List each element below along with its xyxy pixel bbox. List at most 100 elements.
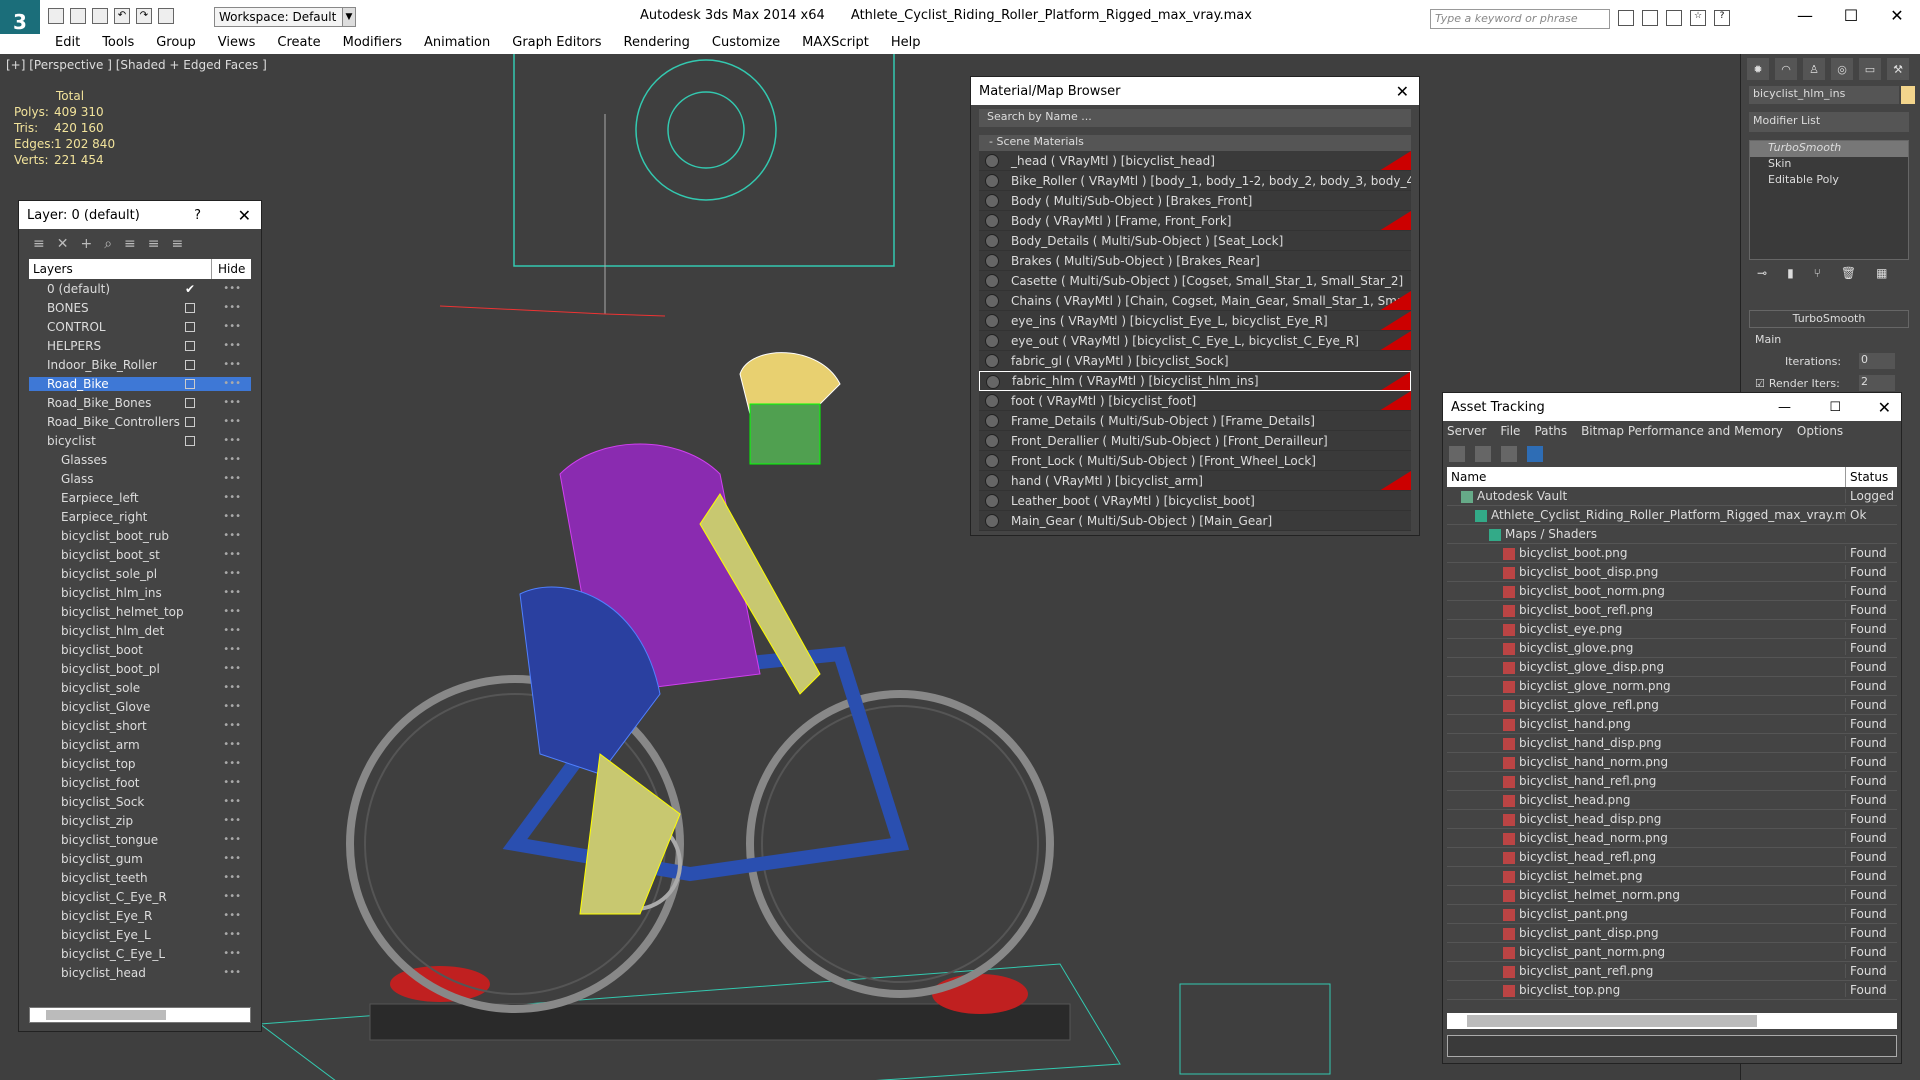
turbosmooth-rollout[interactable]: TurboSmooth (1749, 310, 1909, 328)
layer-row[interactable]: bicyclist_teeth ••• (29, 868, 251, 887)
render-iters-spinner[interactable]: 2 (1859, 375, 1895, 391)
hide-toggle-icon[interactable]: ••• (223, 321, 241, 332)
asset-row[interactable]: Maps / Shaders (1447, 525, 1897, 544)
menu-customize[interactable]: Customize (712, 34, 780, 54)
hide-toggle-icon[interactable]: ••• (223, 758, 241, 769)
layer-row[interactable]: Glasses ••• (29, 450, 251, 469)
hide-toggle-icon[interactable]: ••• (223, 910, 241, 921)
layer-row[interactable]: 0 (default) ✔ ••• (29, 279, 251, 298)
menu-animation[interactable]: Animation (424, 34, 490, 54)
hide-toggle-icon[interactable]: ••• (223, 397, 241, 408)
menu-group[interactable]: Group (156, 34, 196, 54)
current-layer-box[interactable] (185, 378, 195, 389)
layer-row[interactable]: bicyclist_hlm_det ••• (29, 621, 251, 640)
asset-menu-file[interactable]: File (1500, 421, 1520, 441)
asset-row[interactable]: bicyclist_pant_disp.png Found (1447, 924, 1897, 943)
hide-toggle-icon[interactable]: ••• (223, 454, 241, 465)
current-layer-box[interactable] (185, 321, 195, 332)
hide-toggle-icon[interactable]: ••• (223, 435, 241, 446)
current-layer-box[interactable] (185, 359, 195, 370)
stack-item-editable-poly[interactable]: Editable Poly (1750, 173, 1908, 189)
make-unique-icon[interactable]: ⑂ (1814, 266, 1821, 286)
help-icon[interactable]: ? (1714, 10, 1730, 26)
asset-row[interactable]: bicyclist_boot_refl.png Found (1447, 601, 1897, 620)
asset-row[interactable]: bicyclist_hand_disp.png Found (1447, 734, 1897, 753)
material-row[interactable]: Bike_Roller ( VRayMtl ) [body_1, body_1-… (979, 171, 1411, 191)
hide-toggle-icon[interactable]: ••• (223, 853, 241, 864)
material-row[interactable]: fabric_gl ( VRayMtl ) [bicyclist_Sock] (979, 351, 1411, 371)
render-iters-checkbox[interactable]: ☑ (1755, 377, 1765, 390)
material-row[interactable]: Body ( VRayMtl ) [Frame, Front_Fork] (979, 211, 1411, 231)
asset-row[interactable]: bicyclist_glove_disp.png Found (1447, 658, 1897, 677)
asset-row[interactable]: bicyclist_hand_refl.png Found (1447, 772, 1897, 791)
layer-row[interactable]: bicyclist_sole ••• (29, 678, 251, 697)
display-tab-icon[interactable]: ▭ (1859, 58, 1881, 80)
material-search-input[interactable]: Search by Name ... (979, 109, 1411, 127)
hide-toggle-icon[interactable]: ••• (223, 644, 241, 655)
layer-row[interactable]: Road_Bike_Bones ••• (29, 393, 251, 412)
layer-row[interactable]: Earpiece_left ••• (29, 488, 251, 507)
hide-toggle-icon[interactable]: ••• (223, 492, 241, 503)
menu-views[interactable]: Views (218, 34, 256, 54)
asset-row[interactable]: Autodesk Vault Logged (1447, 487, 1897, 506)
hide-toggle-icon[interactable]: ••• (223, 815, 241, 826)
hide-toggle-icon[interactable]: ••• (223, 872, 241, 883)
help-icon[interactable]: ? (194, 208, 201, 223)
chevron-down-icon[interactable]: ▼ (342, 7, 356, 27)
asset-row[interactable]: bicyclist_hand_norm.png Found (1447, 753, 1897, 772)
asset-row[interactable]: bicyclist_head_refl.png Found (1447, 848, 1897, 867)
layer-row[interactable]: HELPERS ••• (29, 336, 251, 355)
material-row[interactable]: fabric_hlm ( VRayMtl ) [bicyclist_hlm_in… (979, 371, 1411, 391)
horizontal-scrollbar[interactable] (29, 1007, 251, 1023)
hide-toggle-icon[interactable]: ••• (223, 416, 241, 427)
asset-row[interactable]: bicyclist_head_disp.png Found (1447, 810, 1897, 829)
object-name-field[interactable]: bicyclist_hlm_ins (1749, 86, 1899, 104)
freeze-all-icon[interactable]: ≡ (172, 236, 184, 252)
asset-row[interactable]: bicyclist_eye.png Found (1447, 620, 1897, 639)
refresh-icon[interactable] (1449, 446, 1465, 462)
hide-toggle-icon[interactable]: ••• (223, 834, 241, 845)
layer-row[interactable]: Glass ••• (29, 469, 251, 488)
asset-menu-bitmap[interactable]: Bitmap Performance and Memory (1581, 421, 1783, 441)
hide-toggle-icon[interactable]: ••• (223, 530, 241, 541)
highlight-layer-icon[interactable]: ≡ (124, 236, 136, 252)
hide-toggle-icon[interactable]: ••• (223, 948, 241, 959)
hide-toggle-icon[interactable]: ••• (223, 777, 241, 788)
thumbnail-view-icon[interactable] (1501, 446, 1517, 462)
layer-row[interactable]: bicyclist_short ••• (29, 716, 251, 735)
current-layer-check-icon[interactable]: ✔ (185, 282, 195, 296)
new-layer-icon[interactable]: ≡ (33, 236, 45, 252)
project-folder-icon[interactable] (158, 8, 174, 24)
remove-modifier-icon[interactable]: 🗑 (1841, 266, 1856, 286)
asset-row[interactable]: bicyclist_boot_norm.png Found (1447, 582, 1897, 601)
hide-toggle-icon[interactable]: ••• (223, 663, 241, 674)
hide-toggle-icon[interactable]: ••• (223, 549, 241, 560)
layer-row[interactable]: Road_Bike ••• (29, 374, 251, 393)
material-row[interactable]: Body ( Multi/Sub-Object ) [Brakes_Front] (979, 191, 1411, 211)
open-file-icon[interactable] (70, 8, 86, 24)
modifier-list-dropdown[interactable]: Modifier List (1749, 112, 1909, 132)
close-icon[interactable]: ✕ (1396, 82, 1409, 101)
asset-path-field[interactable] (1447, 1035, 1897, 1057)
material-row[interactable]: hand ( VRayMtl ) [bicyclist_arm] (979, 471, 1411, 491)
menu-edit[interactable]: Edit (55, 34, 80, 54)
hide-toggle-icon[interactable]: ••• (223, 701, 241, 712)
layer-row[interactable]: Earpiece_right ••• (29, 507, 251, 526)
horizontal-scrollbar[interactable] (1447, 1013, 1897, 1029)
hierarchy-tab-icon[interactable]: ♙ (1803, 58, 1825, 80)
minimize-icon[interactable]: — (1782, 0, 1828, 30)
scene-materials-group[interactable]: - Scene Materials (979, 135, 1411, 151)
layer-row[interactable]: bicyclist_Sock ••• (29, 792, 251, 811)
asset-menu-paths[interactable]: Paths (1534, 421, 1567, 441)
utilities-tab-icon[interactable]: ⚒ (1887, 58, 1909, 80)
hide-toggle-icon[interactable]: ••• (223, 625, 241, 636)
hide-toggle-icon[interactable]: ••• (223, 587, 241, 598)
hide-toggle-icon[interactable]: ••• (223, 682, 241, 693)
layer-row[interactable]: bicyclist_Eye_L ••• (29, 925, 251, 944)
star-icon[interactable]: ☆ (1690, 10, 1706, 26)
asset-row[interactable]: bicyclist_boot.png Found (1447, 544, 1897, 563)
current-layer-box[interactable] (185, 340, 195, 351)
asset-row[interactable]: bicyclist_hand.png Found (1447, 715, 1897, 734)
layer-row[interactable]: bicyclist_Eye_R ••• (29, 906, 251, 925)
material-row[interactable]: eye_ins ( VRayMtl ) [bicyclist_Eye_L, bi… (979, 311, 1411, 331)
